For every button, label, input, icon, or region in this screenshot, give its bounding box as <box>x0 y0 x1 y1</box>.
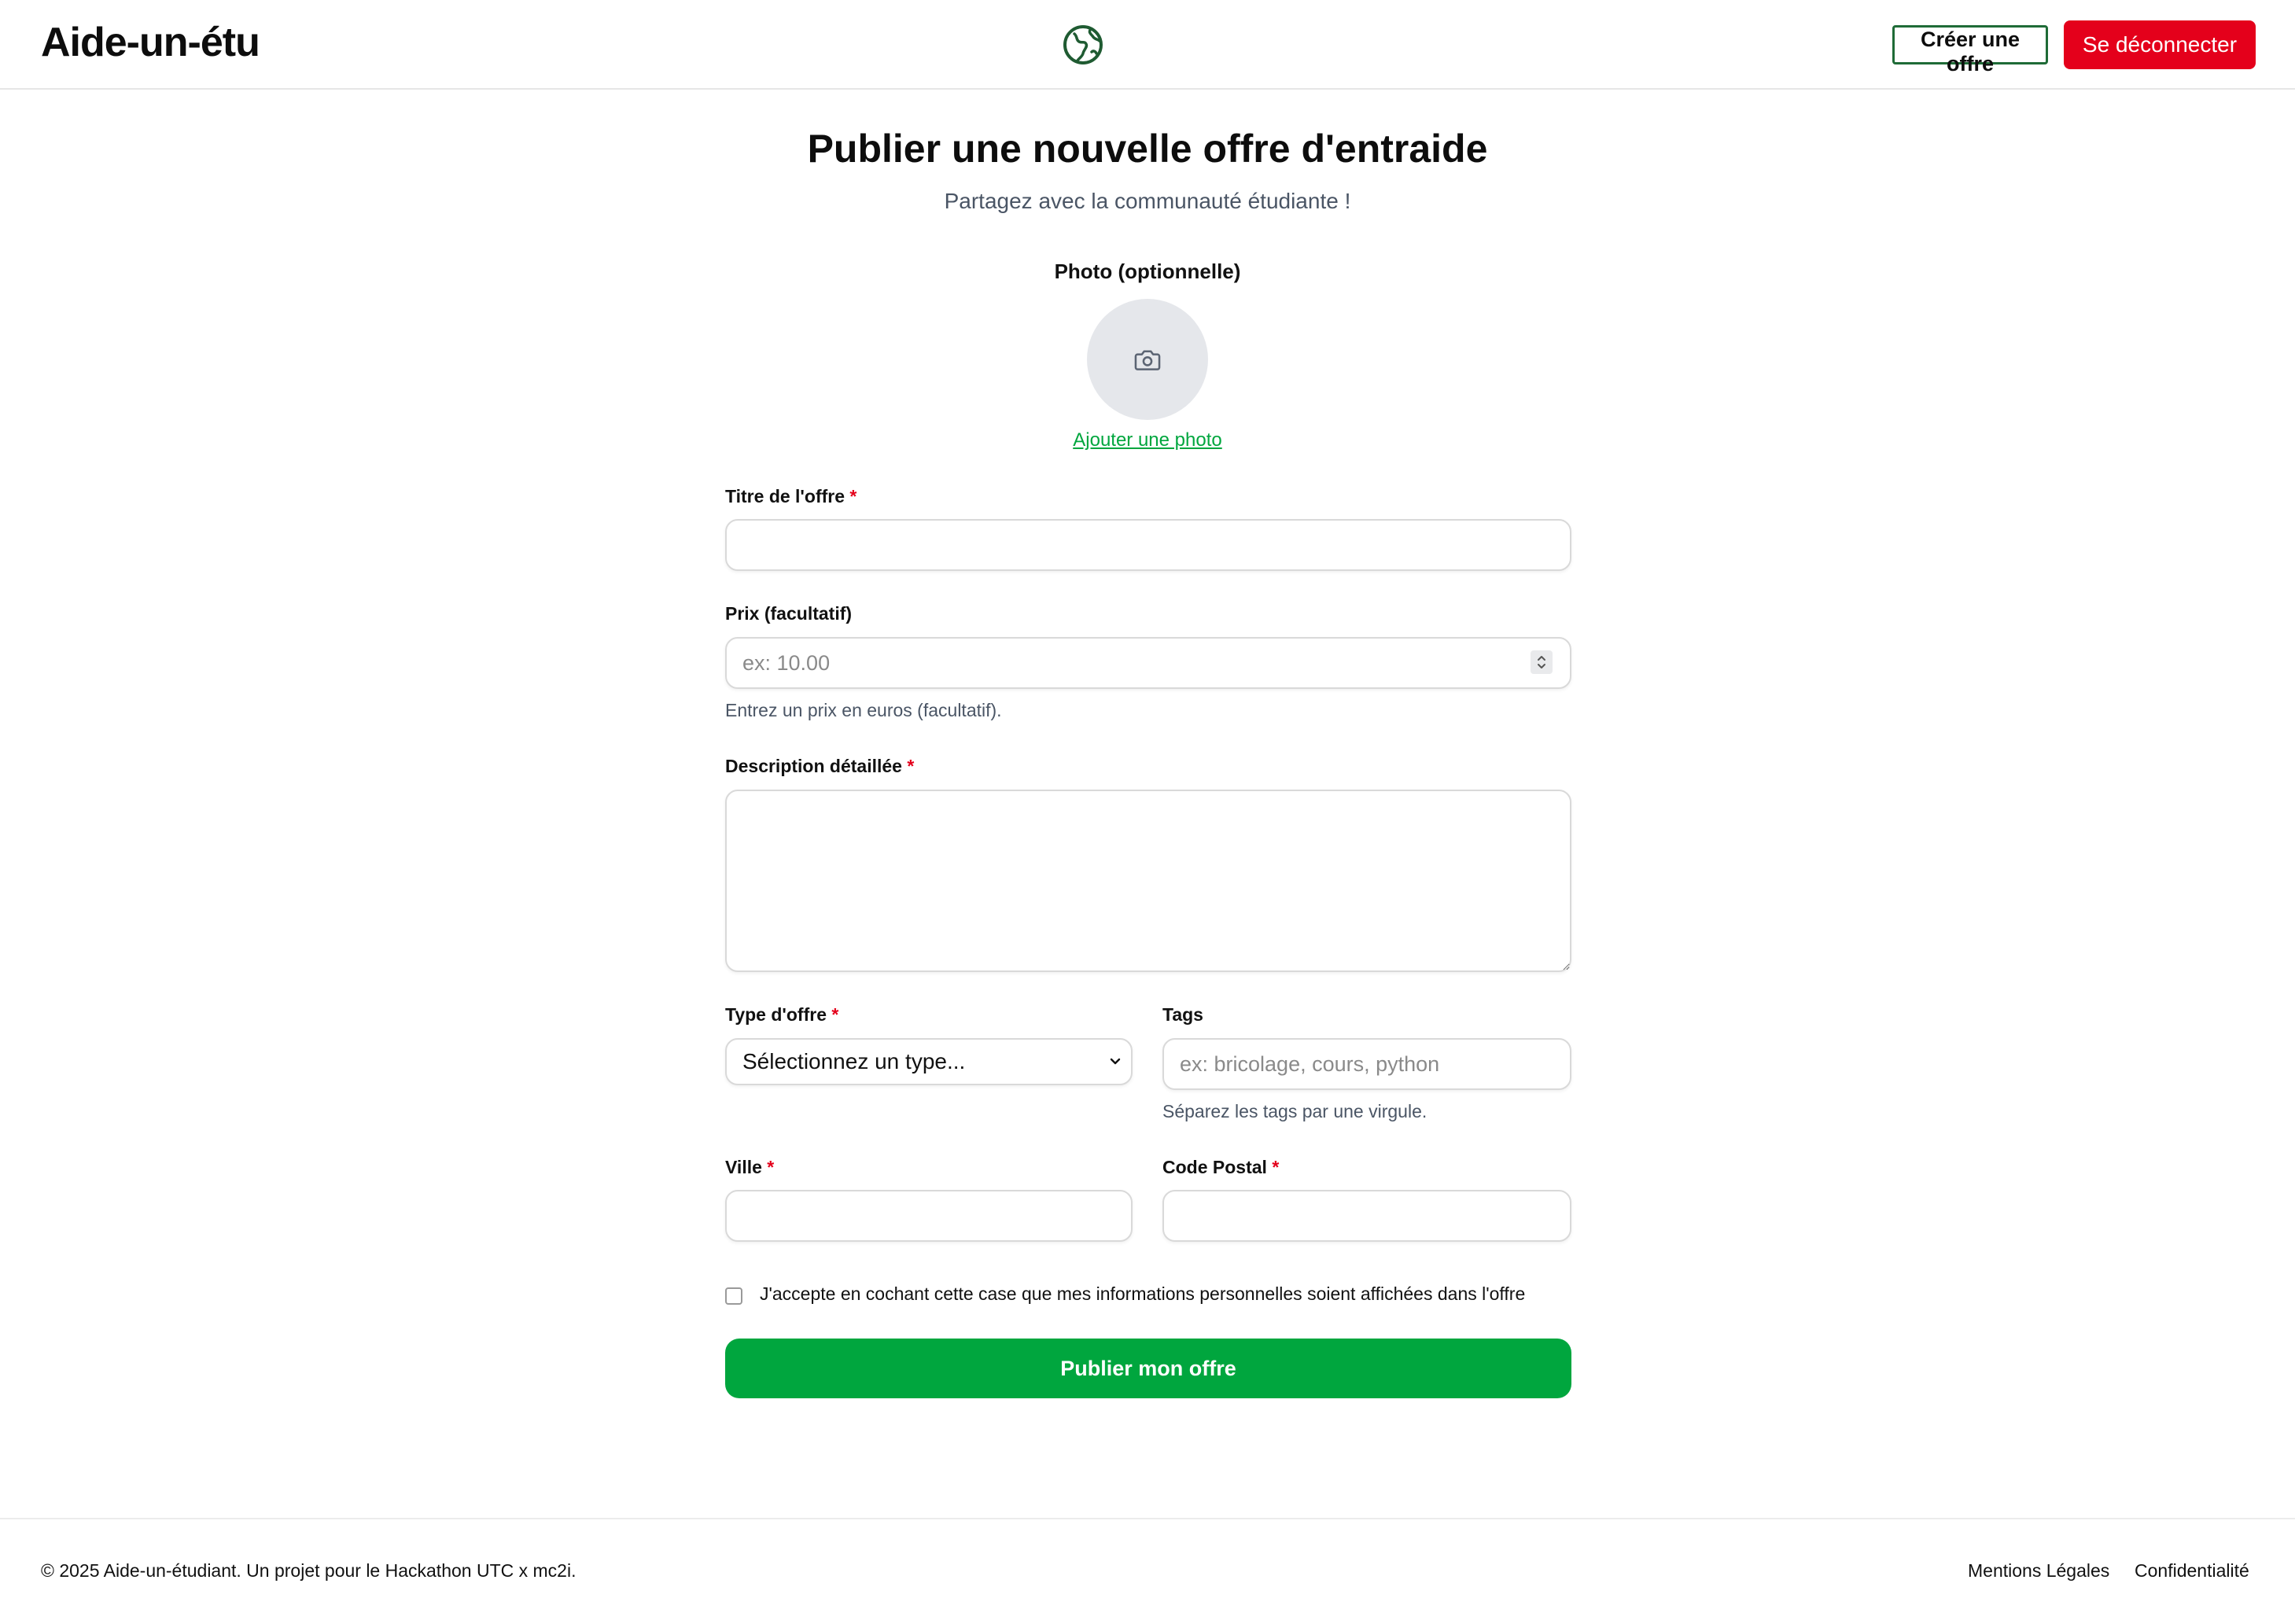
type-label: Type d'offre * <box>725 1004 838 1026</box>
chevron-down-icon <box>1110 1058 1121 1065</box>
top-navbar: Aide-un-étu Créer une offre Se déconnect… <box>0 0 2295 90</box>
publish-offer-button[interactable]: Publier mon offre <box>725 1339 1571 1398</box>
type-select[interactable]: Sélectionnez un type... <box>725 1038 1133 1085</box>
required-marker: * <box>1272 1157 1280 1177</box>
required-marker: * <box>907 756 915 776</box>
description-label: Description détaillée * <box>725 756 914 777</box>
postal-code-label: Code Postal * <box>1162 1157 1279 1178</box>
type-label-text: Type d'offre <box>725 1004 827 1025</box>
camera-icon[interactable] <box>1133 344 1162 374</box>
tags-input[interactable] <box>1162 1038 1571 1090</box>
price-stepper[interactable] <box>1531 650 1553 674</box>
consent-label[interactable]: J'accepte en cochant cette case que mes … <box>760 1283 1525 1305</box>
title-label: Titre de l'offre * <box>725 486 856 507</box>
add-photo-link-text[interactable]: Ajouter une photo <box>1073 429 1221 451</box>
create-offer-button[interactable]: Créer une offre <box>1892 25 2048 75</box>
price-label: Prix (facultatif) <box>725 603 853 624</box>
page-title: Publier une nouvelle offre d'entraide <box>807 127 1488 171</box>
required-marker: * <box>849 486 857 506</box>
city-label: Ville * <box>725 1157 774 1178</box>
description-textarea[interactable] <box>725 790 1571 972</box>
price-help: Entrez un prix en euros (facultatif). <box>725 700 1002 720</box>
type-select-value: Sélectionnez un type... <box>742 1049 966 1073</box>
required-marker: * <box>767 1157 775 1177</box>
required-marker: * <box>831 1004 839 1025</box>
logout-button[interactable]: Se déconnecter <box>2064 20 2256 69</box>
globe-icon[interactable] <box>1062 24 1104 66</box>
photo-label: Photo (optionnelle) <box>1054 260 1241 283</box>
title-label-text: Titre de l'offre <box>725 486 845 506</box>
stepper-arrows-icon <box>1538 656 1545 668</box>
title-input[interactable] <box>725 519 1571 571</box>
tags-label: Tags <box>1162 1004 1203 1025</box>
add-photo-link[interactable]: Ajouter une photo <box>0 429 2295 451</box>
legal-notice-link[interactable]: Mentions Légales <box>1968 1560 2109 1582</box>
page-subtitle: Partagez avec la communauté étudiante ! <box>944 189 1351 213</box>
brand-name[interactable]: Aide-un-étu <box>41 19 260 66</box>
city-input[interactable] <box>725 1190 1133 1242</box>
consent-checkbox[interactable] <box>725 1287 742 1305</box>
postal-code-label-text: Code Postal <box>1162 1157 1267 1177</box>
postal-code-input[interactable] <box>1162 1190 1571 1242</box>
city-label-text: Ville <box>725 1157 762 1177</box>
footer: © 2025 Aide-un-étudiant. Un projet pour … <box>0 1518 2295 1624</box>
footer-copyright: © 2025 Aide-un-étudiant. Un projet pour … <box>41 1560 577 1581</box>
price-input[interactable] <box>725 637 1571 689</box>
privacy-link[interactable]: Confidentialité <box>2135 1560 2249 1582</box>
description-label-text: Description détaillée <box>725 756 902 776</box>
tags-help: Séparez les tags par une virgule. <box>1162 1101 1427 1121</box>
